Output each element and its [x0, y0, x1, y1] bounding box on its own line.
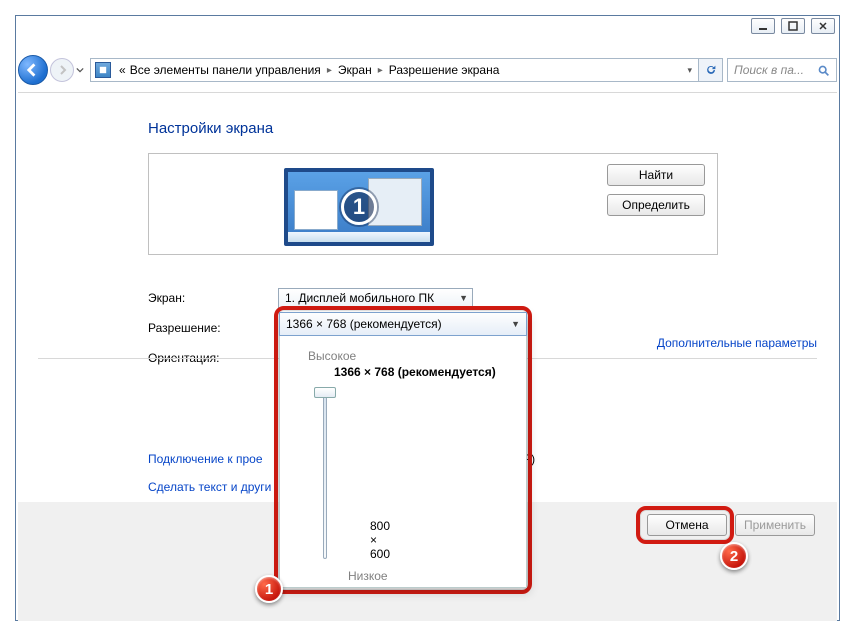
back-button[interactable]: [18, 55, 48, 85]
breadcrumb-sep-icon: ▸: [374, 65, 387, 76]
annotation-badge-1: 1: [255, 575, 283, 603]
cancel-button[interactable]: Отмена: [647, 514, 727, 536]
navigation-bar: « Все элементы панели управления ▸ Экран…: [18, 55, 837, 85]
monitor-number-badge: 1: [341, 189, 377, 225]
breadcrumb[interactable]: « Все элементы панели управления ▸ Экран…: [90, 58, 699, 82]
breadcrumb-item-0[interactable]: Все элементы панели управления: [128, 63, 323, 77]
close-button[interactable]: [811, 18, 835, 34]
low-label: Низкое: [348, 569, 388, 583]
search-input[interactable]: Поиск в па...: [727, 58, 837, 82]
page-title: Настройки экрана: [148, 120, 817, 137]
resolution-option-min[interactable]: 800 × 600: [370, 519, 390, 561]
resolution-dropdown-popup: 1366 × 768 (рекомендуется) ▼ Высокое 136…: [279, 312, 527, 588]
identify-button[interactable]: Определить: [607, 194, 705, 216]
refresh-button[interactable]: [699, 58, 723, 82]
breadcrumb-dropdown-icon[interactable]: ▾: [681, 65, 698, 76]
maximize-button[interactable]: [781, 18, 805, 34]
breadcrumb-prefix[interactable]: «: [117, 63, 128, 77]
resolution-option-max[interactable]: 1366 × 768 (рекомендуется): [334, 365, 512, 379]
apply-button[interactable]: Применить: [735, 514, 815, 536]
minimize-button[interactable]: [751, 18, 775, 34]
search-placeholder: Поиск в па...: [734, 63, 804, 77]
resolution-current-value: 1366 × 768 (рекомендуется): [286, 317, 442, 331]
breadcrumb-item-2[interactable]: Разрешение экрана: [387, 63, 502, 77]
window-controls: [751, 18, 835, 34]
resolution-select-open[interactable]: 1366 × 768 (рекомендуется) ▼: [279, 312, 527, 336]
control-panel-icon: [95, 62, 111, 78]
chevron-down-icon: ▼: [511, 319, 520, 329]
display-label: Экран:: [148, 291, 278, 305]
display-select[interactable]: 1. Дисплей мобильного ПК ▼: [278, 288, 473, 309]
breadcrumb-item-1[interactable]: Экран: [336, 63, 374, 77]
projector-link[interactable]: Подключение к прое: [148, 452, 263, 466]
breadcrumb-sep-icon: ▸: [323, 65, 336, 76]
annotation-badge-2: 2: [720, 542, 748, 570]
text-size-link[interactable]: Сделать текст и други: [148, 480, 271, 494]
slider-thumb[interactable]: [314, 387, 336, 398]
slider-track: [323, 391, 327, 559]
high-label: Высокое: [308, 349, 512, 363]
advanced-settings-link[interactable]: Дополнительные параметры: [657, 336, 817, 350]
resolution-slider[interactable]: 800 × 600 Низкое: [314, 391, 354, 561]
display-select-value: 1. Дисплей мобильного ПК: [285, 291, 434, 305]
resolution-label: Разрешение:: [148, 321, 278, 335]
monitor-thumbnail[interactable]: 1: [284, 168, 434, 246]
chevron-down-icon: ▼: [459, 293, 468, 303]
forward-button[interactable]: [50, 58, 74, 82]
detect-button[interactable]: Найти: [607, 164, 705, 186]
divider: [18, 92, 837, 93]
display-preview-box: 1 Найти Определить: [148, 153, 718, 255]
history-dropdown[interactable]: [74, 57, 86, 83]
search-icon: [817, 64, 830, 77]
